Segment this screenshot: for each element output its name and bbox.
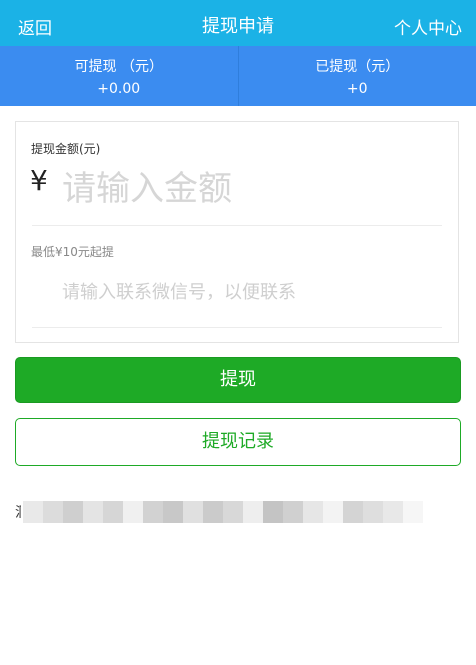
available-balance: 可提现 （元） +0.00 bbox=[0, 46, 238, 106]
notice-lead-char: 洞 bbox=[15, 502, 21, 522]
yen-symbol: ¥ bbox=[30, 164, 48, 197]
withdraw-form: 提现金额(元) ¥ 最低¥10元起提 bbox=[15, 121, 459, 343]
top-bar: 返回 提现申请 个人中心 bbox=[0, 0, 476, 50]
available-balance-label: 可提现 （元） bbox=[74, 59, 163, 75]
amount-label: 提现金额(元) bbox=[31, 142, 101, 156]
withdraw-button[interactable]: 提现 bbox=[15, 357, 461, 403]
withdrawn-total: 已提现（元） +0 bbox=[237, 46, 476, 106]
wechat-id-input[interactable] bbox=[60, 274, 444, 310]
user-center-link[interactable]: 个人中心 bbox=[394, 14, 462, 39]
mosaic-blur bbox=[23, 501, 423, 523]
blurred-notice: 洞 bbox=[15, 500, 423, 524]
balance-summary: 可提现 （元） +0.00 已提现（元） +0 bbox=[0, 46, 476, 106]
minimum-amount-note: 最低¥10元起提 bbox=[31, 245, 114, 259]
withdraw-records-button[interactable]: 提现记录 bbox=[15, 418, 461, 466]
divider bbox=[32, 225, 442, 226]
withdrawn-total-value: +0 bbox=[346, 81, 368, 97]
amount-input[interactable] bbox=[60, 162, 444, 216]
divider bbox=[32, 327, 442, 328]
withdrawn-total-label: 已提现（元） bbox=[315, 59, 400, 75]
available-balance-value: +0.00 bbox=[97, 81, 141, 97]
